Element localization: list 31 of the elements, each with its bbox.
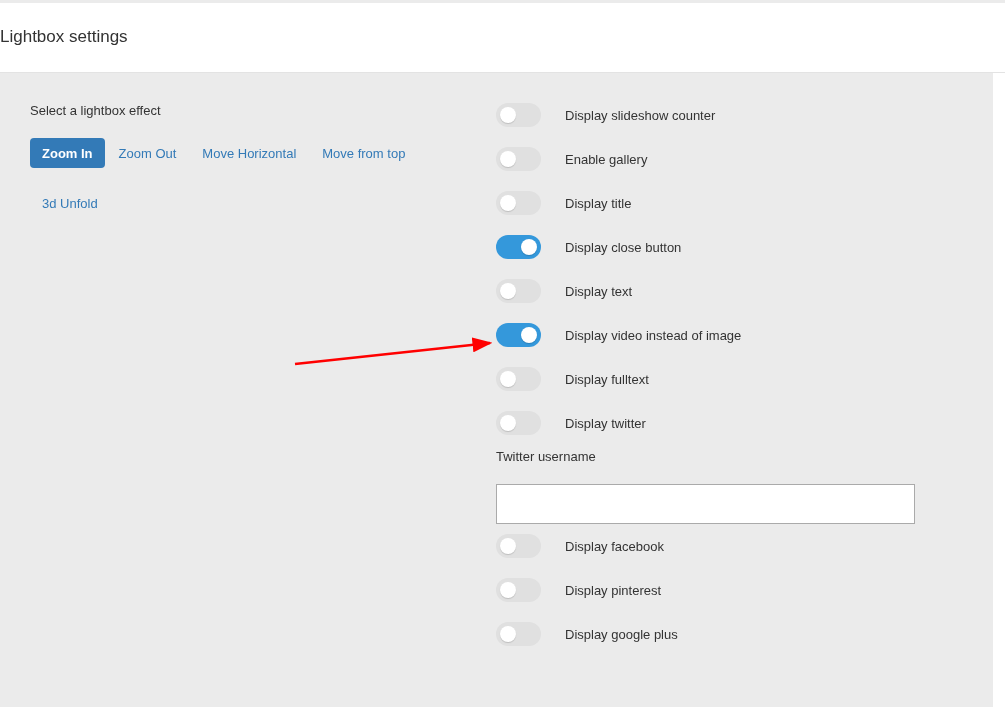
toggle-switch[interactable] [496,622,541,646]
input-field[interactable] [496,484,915,524]
toggle-switch[interactable] [496,147,541,171]
toggle-label: Display facebook [565,538,664,554]
effect-option[interactable]: 3d Unfold [30,188,110,218]
toggle-label: Display close button [565,239,682,255]
toggle-label: Enable gallery [565,151,648,167]
toggle-switch[interactable] [496,367,541,391]
effect-option[interactable]: Move from top [310,138,418,168]
effect-option[interactable]: Move Horizontal [190,138,309,168]
toggle-switch[interactable] [496,191,541,215]
toggle-switch[interactable] [496,411,541,435]
toggle-switch[interactable] [496,235,541,259]
toggle-label: Display fulltext [565,371,649,387]
effect-label: Select a lightbox effect [30,103,162,118]
effect-option[interactable]: Zoom In [30,138,105,168]
toggle-label: Display google plus [565,626,678,642]
page-title: Lightbox settings [0,26,128,48]
toggle-label: Display pinterest [565,582,662,598]
toggle-switch[interactable] [496,279,541,303]
toggle-switch[interactable] [496,534,541,558]
toggle-label: Display slideshow counter [565,107,716,123]
toggle-switch[interactable] [496,578,541,602]
toggle-label: Display video instead of image [565,327,742,343]
toggle-label: Display twitter [565,415,646,431]
toggle-switch[interactable] [496,323,541,347]
toggle-switch[interactable] [496,103,541,127]
field-label: Twitter username [496,449,597,464]
toggle-label: Display text [565,283,633,299]
toggle-label: Display title [565,195,632,211]
effect-option[interactable]: Zoom Out [106,138,189,168]
